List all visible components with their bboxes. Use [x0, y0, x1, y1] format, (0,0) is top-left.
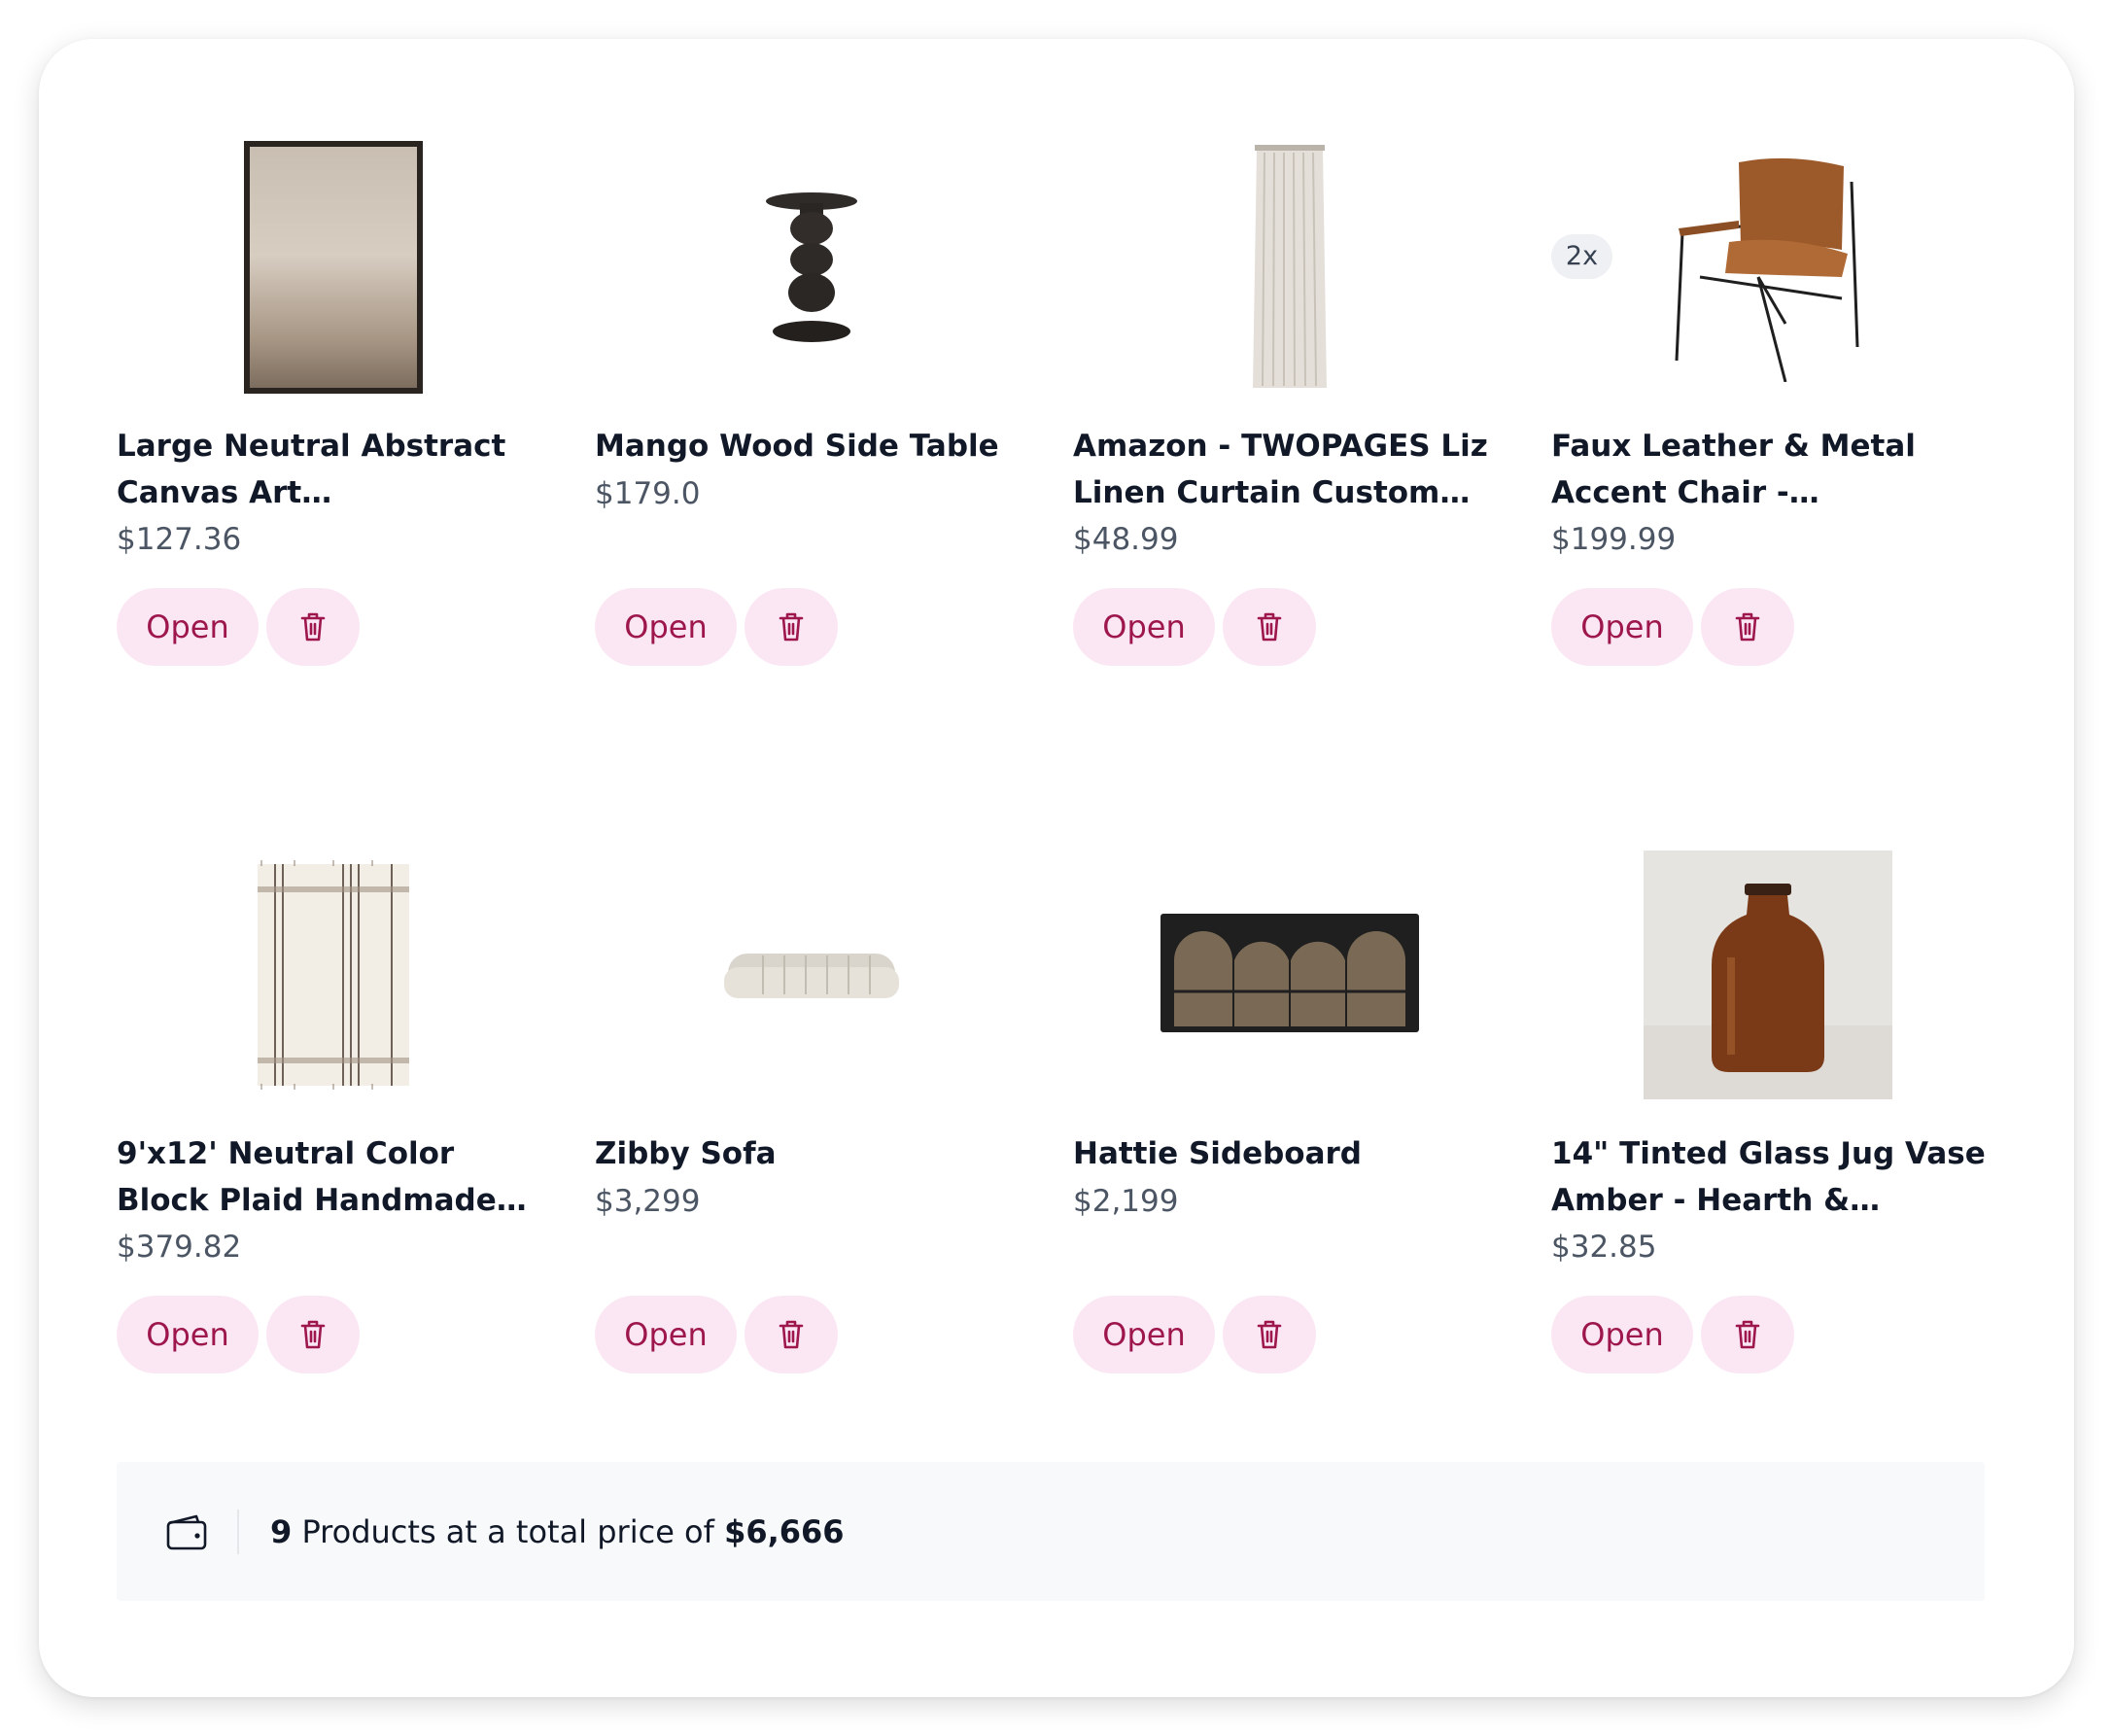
canvas-art-image [243, 141, 423, 394]
product-image[interactable] [1551, 136, 1984, 399]
curtain-image [1252, 145, 1327, 388]
product-card: Amazon - TWOPAGES Liz Linen Curtain Cust… [1073, 136, 1530, 680]
trash-icon [1257, 1320, 1282, 1349]
product-card: Large Neutral Abstract Canvas Art Scandi… [117, 136, 573, 680]
trash-icon [1257, 612, 1282, 642]
delete-button[interactable] [1701, 1296, 1794, 1373]
vase-image [1643, 851, 1892, 1099]
wallet-icon [165, 1511, 210, 1552]
cart-summary: 9 Products at a total price of $6,666 [117, 1462, 1985, 1601]
trash-icon [300, 1320, 326, 1349]
open-button[interactable]: Open [117, 588, 259, 666]
delete-button[interactable] [1701, 588, 1794, 666]
product-price: $3,299 [595, 1184, 701, 1219]
product-price: $48.99 [1073, 522, 1179, 557]
product-card: Hattie Sideboard $2,199 Open [1073, 844, 1530, 1388]
product-price: $379.82 [117, 1230, 242, 1265]
product-price: $199.99 [1551, 522, 1677, 557]
delete-button[interactable] [266, 588, 360, 666]
rug-image [257, 860, 409, 1090]
open-button[interactable]: Open [1551, 588, 1693, 666]
product-title[interactable]: Amazon - TWOPAGES Liz Linen Curtain Cust… [1073, 423, 1510, 516]
divider [237, 1509, 239, 1554]
product-title[interactable]: Hattie Sideboard [1073, 1130, 1510, 1177]
trash-icon [779, 1320, 804, 1349]
summary-label: Products at a total price of [301, 1512, 714, 1550]
product-card: 9'x12' Neutral Color Block Plaid Handmad… [117, 844, 573, 1388]
product-card: Mango Wood Side Table $179.0 Open [595, 136, 1052, 680]
product-image[interactable] [1073, 844, 1506, 1106]
product-title[interactable]: 14" Tinted Glass Jug Vase Amber - Hearth… [1551, 1130, 1989, 1224]
product-price: $32.85 [1551, 1230, 1657, 1265]
total-price: $6,666 [724, 1512, 845, 1550]
trash-icon [300, 612, 326, 642]
product-title[interactable]: Faux Leather & Metal Accent Chair - Blac… [1551, 423, 1989, 516]
delete-button[interactable] [1223, 588, 1316, 666]
product-card: 14" Tinted Glass Jug Vase Amber - Hearth… [1551, 844, 2008, 1388]
product-image[interactable] [117, 136, 549, 399]
trash-icon [779, 612, 804, 642]
product-image[interactable] [595, 136, 1027, 399]
product-price: $179.0 [595, 476, 701, 511]
product-image[interactable] [595, 844, 1027, 1106]
delete-button[interactable] [1223, 1296, 1316, 1373]
product-image[interactable] [1551, 844, 1984, 1106]
trash-icon [1735, 612, 1760, 642]
side-table-image [765, 192, 857, 342]
summary-text: 9 Products at a total price of $6,666 [270, 1513, 845, 1550]
delete-button[interactable] [745, 588, 838, 666]
delete-button[interactable] [745, 1296, 838, 1373]
product-price: $127.36 [117, 522, 242, 557]
product-title[interactable]: Large Neutral Abstract Canvas Art Scandi… [117, 423, 554, 516]
delete-button[interactable] [266, 1296, 360, 1373]
product-card: 2x Faux Leather & Metal Accent Chair - B… [1551, 136, 2008, 680]
open-button[interactable]: Open [595, 1296, 737, 1373]
product-image[interactable] [1073, 136, 1506, 399]
product-title[interactable]: Mango Wood Side Table [595, 423, 1032, 469]
open-button[interactable]: Open [1073, 1296, 1215, 1373]
product-title[interactable]: 9'x12' Neutral Color Block Plaid Handmad… [117, 1130, 554, 1224]
sofa-image [723, 954, 899, 998]
sideboard-image [1160, 914, 1419, 1032]
product-card: Zibby Sofa $3,299 Open [595, 844, 1052, 1388]
open-button[interactable]: Open [117, 1296, 259, 1373]
trash-icon [1735, 1320, 1760, 1349]
product-count: 9 [270, 1512, 293, 1550]
product-image[interactable] [117, 844, 549, 1106]
accent-chair-image [1675, 157, 1858, 382]
product-title[interactable]: Zibby Sofa [595, 1130, 1032, 1177]
open-button[interactable]: Open [595, 588, 737, 666]
open-button[interactable]: Open [1551, 1296, 1693, 1373]
open-button[interactable]: Open [1073, 588, 1215, 666]
product-price: $2,199 [1073, 1184, 1179, 1219]
